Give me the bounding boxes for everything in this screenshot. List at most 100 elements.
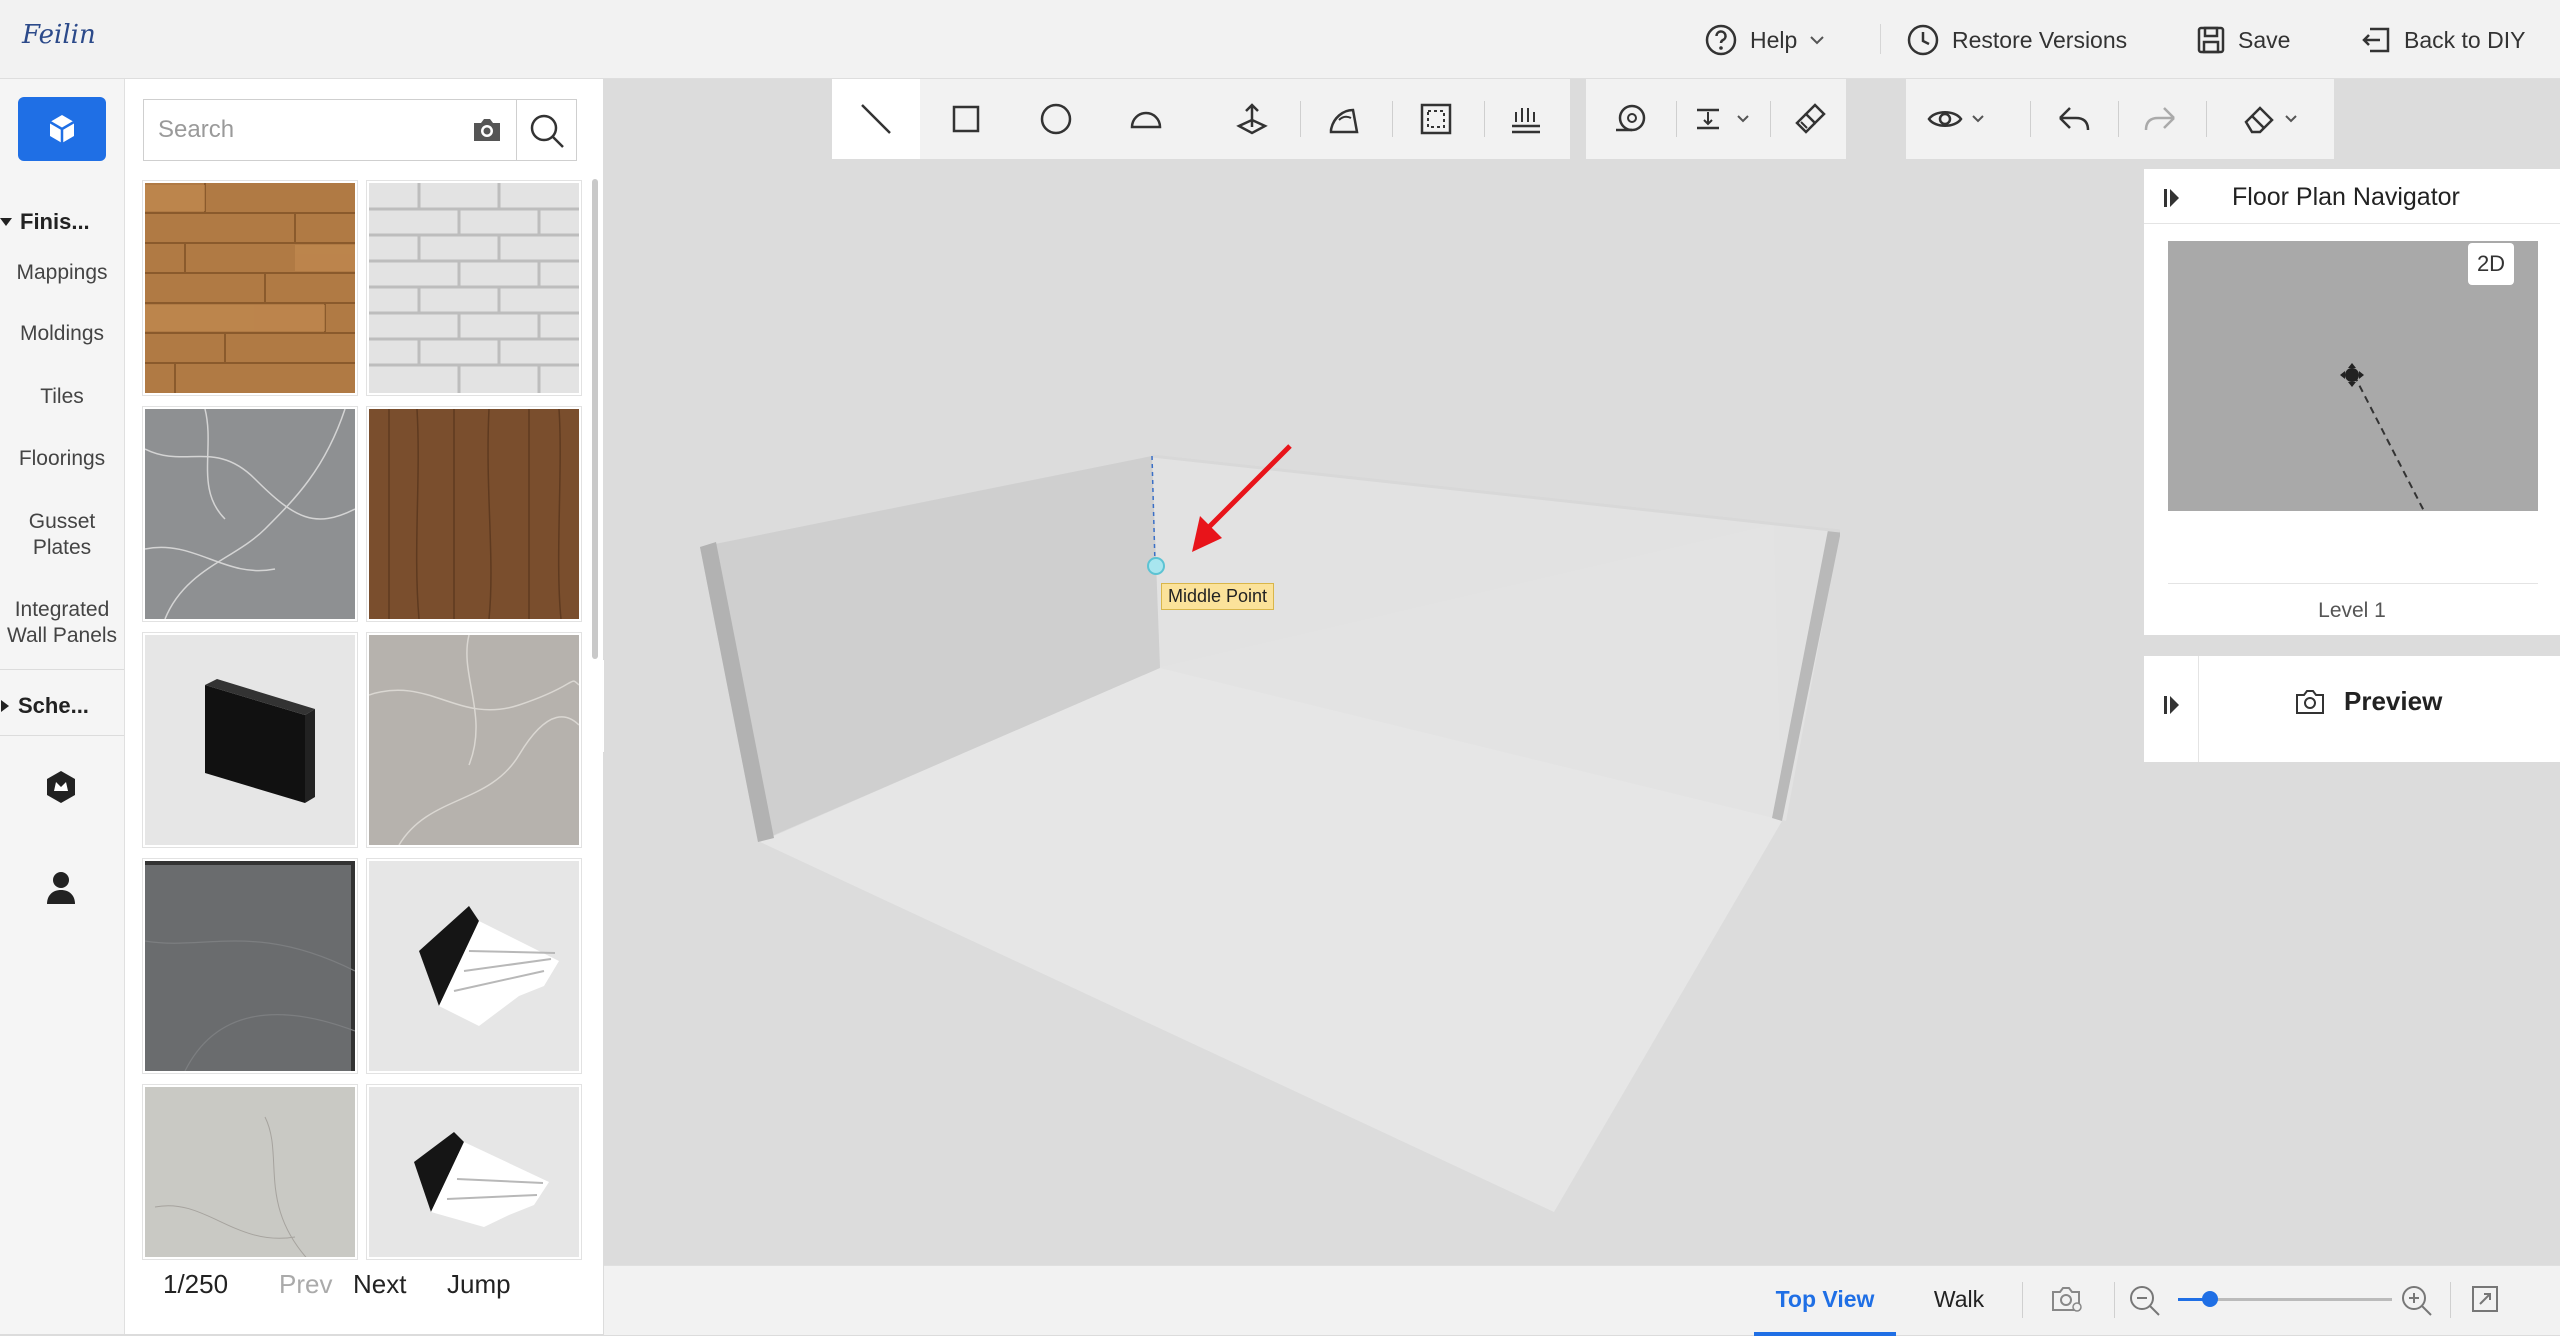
- rail-item-tiles[interactable]: Tiles: [0, 384, 124, 410]
- camera-position-icon: [2340, 363, 2364, 387]
- collapse-right-icon[interactable]: [2162, 694, 2182, 716]
- draw-circle-tool[interactable]: [1012, 79, 1100, 159]
- catalog-pager: 1/250 Prev Next Jump: [125, 1269, 603, 1329]
- rail-item-gusset-plates[interactable]: Gusset Plates: [0, 509, 124, 561]
- camera-view-line: [2353, 374, 2425, 511]
- paint-brush-icon: [1793, 102, 1827, 136]
- follow-me-tool[interactable]: [1300, 79, 1388, 159]
- material-tile-dark-grey-stone[interactable]: [143, 859, 357, 1073]
- user-icon[interactable]: [46, 871, 76, 905]
- align-tool[interactable]: [1676, 79, 1768, 159]
- eraser-tool[interactable]: [2220, 79, 2320, 159]
- zoom-slider-thumb[interactable]: [2202, 1291, 2219, 1307]
- help-icon: [1704, 23, 1738, 57]
- chevron-down-icon: [2284, 114, 2298, 124]
- prev-page-button[interactable]: Prev: [279, 1269, 332, 1300]
- 2d-toggle-button[interactable]: 2D: [2468, 243, 2514, 285]
- camera-search-icon[interactable]: [471, 116, 503, 144]
- fit-view-icon[interactable]: [2470, 1284, 2500, 1314]
- arc-icon: [1129, 108, 1163, 130]
- rail-divider: [0, 735, 124, 736]
- bottombar-divider: [2022, 1282, 2023, 1318]
- material-tile-crown-molding[interactable]: [367, 859, 581, 1073]
- preview-button[interactable]: Preview: [2294, 686, 2442, 717]
- offset-icon: [1419, 102, 1453, 136]
- category-rail: Finis... Mappings Moldings Tiles Floorin…: [0, 79, 125, 1334]
- top-header: Feilin Help Restore Versions Save Back t…: [0, 0, 2560, 79]
- undo-button[interactable]: [2030, 79, 2118, 159]
- exit-icon: [2360, 25, 2392, 55]
- search-icon[interactable]: [528, 112, 566, 150]
- rail-item-moldings[interactable]: Moldings: [0, 321, 124, 347]
- rail-item-integrated-wall-panels[interactable]: Integrated Wall Panels: [0, 597, 124, 649]
- view-controls-bar: Top View Walk: [604, 1265, 2560, 1336]
- navigator-divider: [2168, 583, 2538, 584]
- models-tab-button[interactable]: [18, 97, 106, 161]
- navigator-title: Floor Plan Navigator: [2232, 183, 2460, 211]
- align-icon: [1694, 106, 1728, 132]
- level-selector[interactable]: Level 1: [2144, 599, 2560, 623]
- snap-label: Middle Point: [1161, 583, 1275, 610]
- camera-icon: [2294, 688, 2326, 716]
- rail-group-finishes[interactable]: Finis...: [0, 209, 90, 235]
- zoom-in-icon[interactable]: [2400, 1284, 2434, 1318]
- redo-button[interactable]: [2116, 79, 2204, 159]
- preview-label: Preview: [2344, 686, 2443, 716]
- chevron-down-icon: [1736, 114, 1750, 124]
- paint-tool[interactable]: [1766, 79, 1854, 159]
- chevron-down-icon: [1809, 34, 1825, 46]
- push-pull-tool[interactable]: [1208, 79, 1296, 159]
- restore-versions-button[interactable]: Restore Versions: [1906, 20, 2127, 60]
- catalog-panel: 1/250 Prev Next Jump: [125, 79, 603, 1334]
- crown-hexagon-icon[interactable]: [44, 769, 78, 805]
- undo-icon: [2056, 104, 2092, 134]
- catalog-scrollbar[interactable]: [592, 179, 598, 659]
- toolbar-divider: [2206, 101, 2207, 137]
- draw-rectangle-tool[interactable]: [922, 79, 1010, 159]
- preview-divider: [2198, 656, 2199, 762]
- divide-tool[interactable]: [1482, 79, 1570, 159]
- draw-arc-tool[interactable]: [1102, 79, 1190, 159]
- material-tile-black-panel[interactable]: [143, 633, 357, 847]
- redo-icon: [2142, 104, 2178, 134]
- jump-page-button[interactable]: Jump: [447, 1269, 511, 1300]
- snap-point: [1147, 557, 1165, 575]
- bottombar-divider: [2450, 1282, 2451, 1318]
- rail-item-mappings[interactable]: Mappings: [0, 260, 124, 286]
- material-tile-grey-marble[interactable]: [143, 407, 357, 621]
- material-tile-white-brick[interactable]: [367, 181, 581, 395]
- follow-me-icon: [1327, 102, 1361, 136]
- measure-toolbar: [1586, 79, 1846, 159]
- search-input[interactable]: [144, 100, 460, 160]
- tab-top-view[interactable]: Top View: [1754, 1266, 1896, 1336]
- save-icon: [2196, 25, 2226, 55]
- next-page-button[interactable]: Next: [353, 1269, 406, 1300]
- save-label: Save: [2238, 26, 2291, 53]
- search-divider: [516, 100, 517, 160]
- zoom-slider[interactable]: [2178, 1291, 2392, 1307]
- view-toolbar: [1906, 79, 2334, 159]
- tab-walk[interactable]: Walk: [1904, 1266, 2014, 1332]
- visibility-tool[interactable]: [1906, 79, 2006, 159]
- tape-measure-tool[interactable]: [1586, 79, 1674, 159]
- material-tile-beige-marble[interactable]: [367, 633, 581, 847]
- push-pull-icon: [1235, 102, 1269, 136]
- collapse-right-icon[interactable]: [2162, 187, 2182, 209]
- zoom-out-icon[interactable]: [2128, 1284, 2162, 1318]
- rail-item-floorings[interactable]: Floorings: [0, 446, 124, 472]
- back-to-diy-button[interactable]: Back to DIY: [2360, 20, 2525, 60]
- tape-measure-icon: [1613, 102, 1647, 136]
- rail-group-schemes[interactable]: Sche...: [0, 693, 89, 719]
- preview-panel: Preview: [2144, 656, 2560, 762]
- material-tile-walnut-wood[interactable]: [367, 407, 581, 621]
- chevron-down-icon: [1971, 114, 1985, 124]
- offset-tool[interactable]: [1392, 79, 1480, 159]
- save-button[interactable]: Save: [2196, 20, 2290, 60]
- navigator-divider: [2144, 223, 2560, 224]
- material-tile-light-stone[interactable]: [143, 1085, 357, 1259]
- draw-line-tool[interactable]: [832, 79, 920, 159]
- material-tile-wood-planks[interactable]: [143, 181, 357, 395]
- help-menu[interactable]: Help: [1704, 20, 1825, 60]
- material-tile-crown-molding-small[interactable]: [367, 1085, 581, 1259]
- camera-settings-icon[interactable]: [2050, 1284, 2084, 1314]
